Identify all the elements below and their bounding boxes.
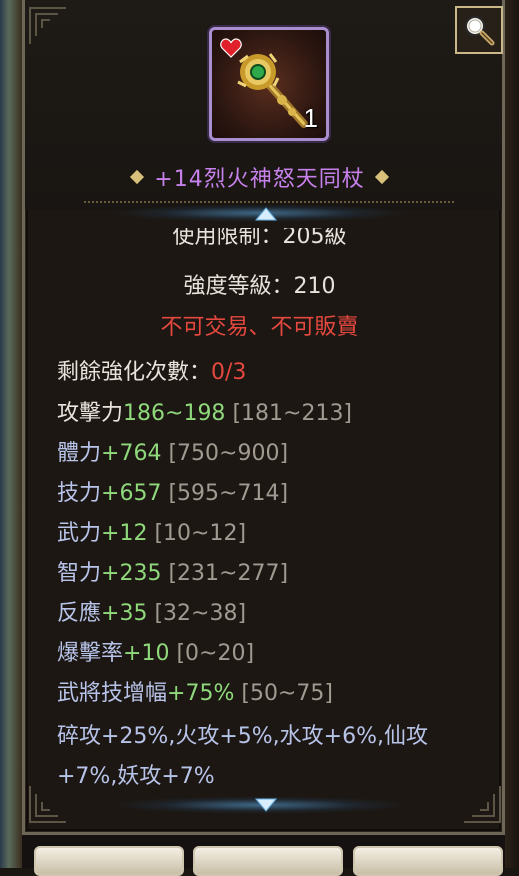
stat-range: [231~277] — [168, 561, 289, 586]
stat-label: 技力 — [57, 481, 102, 506]
stat-value: +75% — [167, 681, 235, 706]
stat-value: +35 — [101, 601, 148, 626]
action-button-2[interactable] — [193, 846, 343, 876]
stat-line: 體力+764 [750~900] — [57, 435, 288, 467]
item-count: 1 — [303, 103, 318, 133]
attack-value: 186~198 — [123, 401, 226, 426]
trade-restriction: 不可交易、不可販賣 — [160, 315, 359, 340]
stat-range: [50~75] — [241, 681, 333, 706]
stat-line: 武將技增幅+75% [50~75] — [57, 675, 333, 707]
scroll-up-icon[interactable] — [255, 207, 277, 221]
diamond-left-icon — [130, 169, 145, 185]
stat-range: [0~20] — [176, 641, 255, 666]
stat-value: +764 — [101, 441, 162, 466]
corner-ornament-bottom-left — [28, 784, 68, 824]
attack-label: 攻擊力 — [57, 401, 124, 426]
stat-line: 武力+12 [10~12] — [57, 515, 246, 547]
background-right-strip — [505, 0, 519, 868]
stat-range: [32~38] — [154, 601, 247, 626]
stat-line: 技力+657 [595~714] — [57, 475, 288, 507]
stat-label: 爆擊率 — [57, 641, 124, 666]
item-name-row: +14烈火神怒天同杖 — [0, 160, 519, 194]
strength-level: 強度等級：210 — [183, 274, 336, 299]
stat-value: +10 — [123, 641, 170, 666]
action-button-1[interactable] — [34, 846, 184, 876]
magnifier-icon — [465, 16, 495, 46]
stat-line: 爆擊率+10 [0~20] — [57, 635, 254, 667]
stat-range: [10~12] — [154, 521, 247, 546]
elemental-bonus-line-2: +7%,妖攻+7% — [57, 764, 215, 789]
stat-line: 智力+235 [231~277] — [57, 555, 288, 587]
scroll-down-icon[interactable] — [255, 798, 277, 812]
use-restriction-line: 使用限制：205級 — [0, 228, 519, 254]
corner-ornament-bottom-right — [462, 784, 502, 824]
item-name: +14烈火神怒天同杖 — [154, 167, 365, 192]
stat-label: 武力 — [57, 521, 102, 546]
action-button-3[interactable] — [353, 846, 503, 876]
stat-range: [595~714] — [168, 481, 289, 506]
stat-value: +235 — [101, 561, 162, 586]
remaining-upgrades: 剩餘強化次數：0/3 — [57, 354, 246, 386]
stat-value: +12 — [101, 521, 148, 546]
stat-line: 反應+35 [32~38] — [57, 595, 246, 627]
stat-value: +657 — [101, 481, 162, 506]
stat-label: 武將技增幅 — [57, 681, 168, 706]
diamond-right-icon — [374, 169, 389, 185]
stat-label: 體力 — [57, 441, 102, 466]
staff-icon — [237, 53, 308, 128]
background-left-strip — [0, 0, 22, 868]
use-restriction-text: 使用限制：205級 — [172, 228, 347, 249]
attack-stat: 攻擊力186~198 [181~213] — [57, 395, 352, 427]
corner-ornament-top-left — [28, 6, 68, 46]
stat-label: 反應 — [57, 601, 102, 626]
stat-label: 智力 — [57, 561, 102, 586]
remaining-upgrades-label: 剩餘強化次數： — [57, 360, 212, 385]
item-icon-slot[interactable]: 1 — [209, 27, 329, 141]
attack-range: [181~213] — [232, 401, 353, 426]
remaining-upgrades-value: 0/3 — [211, 360, 247, 385]
stat-range: [750~900] — [168, 441, 289, 466]
name-divider — [84, 201, 454, 203]
elemental-bonus-line-1: 碎攻+25%,火攻+5%,水攻+6%,仙攻 — [57, 724, 428, 749]
zoom-button[interactable] — [455, 6, 503, 54]
